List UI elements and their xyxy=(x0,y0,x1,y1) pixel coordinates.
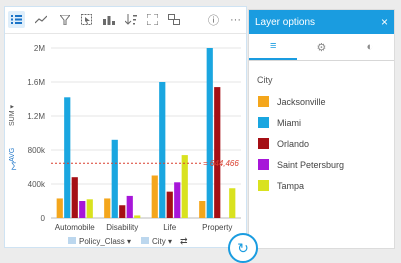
x-tick-label: Property xyxy=(202,223,232,232)
panel-title: Layer options xyxy=(255,16,316,28)
bar[interactable] xyxy=(214,87,221,218)
legend-list: Jacksonville Miami Orlando Saint Petersburg… xyxy=(249,91,394,196)
tab-symbol[interactable]: ⚙ xyxy=(297,34,345,60)
bar[interactable] xyxy=(86,199,93,218)
legend-item[interactable]: Orlando xyxy=(258,133,394,154)
bar[interactable] xyxy=(126,195,133,218)
card-toolbar: ⓘ ··· xyxy=(5,7,246,34)
tab-appearance[interactable]: ◐ xyxy=(346,34,394,60)
bar[interactable] xyxy=(151,175,158,219)
legend-label: Tampa xyxy=(277,180,305,191)
trend-icon[interactable] xyxy=(32,11,49,28)
tab-legend[interactable]: ≡ xyxy=(249,34,298,60)
swap-axes-icon[interactable]: ⇄ xyxy=(180,236,188,246)
filter-icon[interactable] xyxy=(56,11,73,28)
color-field-selector[interactable]: City ▾ xyxy=(141,237,172,246)
legend-label: Miami xyxy=(277,117,301,128)
legend-icon[interactable] xyxy=(8,11,25,28)
legend-label: Jacksonville xyxy=(277,96,326,107)
panel-tabs: ≡ ⚙ ◐ xyxy=(249,34,394,61)
chart-bars xyxy=(56,48,236,219)
x-field-selector[interactable]: Policy_Class ▾ xyxy=(68,237,131,246)
bar[interactable] xyxy=(199,201,206,218)
legend-item[interactable]: Miami xyxy=(258,112,394,133)
legend-label: Saint Petersburg xyxy=(277,159,345,170)
bar[interactable] xyxy=(174,182,181,218)
chart-card: ⓘ ··· 0 400k 800k 1.2M 1.6M 2M Automobile Disa… xyxy=(4,6,247,248)
expand-icon[interactable] xyxy=(144,11,161,28)
layer-options-panel: Layer options × ≡ ⚙ ◐ City Jacksonville M… xyxy=(248,9,395,249)
bar[interactable] xyxy=(56,198,63,218)
sort-icon[interactable] xyxy=(122,11,139,28)
bar[interactable] xyxy=(64,97,71,218)
select-icon[interactable] xyxy=(78,11,95,28)
legend-swatch[interactable] xyxy=(258,117,269,128)
y-axis-label[interactable]: SUM ▾ xyxy=(9,105,16,127)
panel-header: Layer options × xyxy=(249,10,394,34)
more-icon[interactable]: ··· xyxy=(227,11,244,28)
bar[interactable] xyxy=(166,191,173,218)
chart-type-icon[interactable] xyxy=(100,11,117,28)
y-tick-label: 0 xyxy=(41,214,46,223)
y-tick-label: 400k xyxy=(28,180,46,189)
legend-swatch[interactable] xyxy=(258,159,269,170)
x-tick-label: Disability xyxy=(106,223,138,232)
bar[interactable] xyxy=(71,177,78,218)
legend-item[interactable]: Tampa xyxy=(258,175,394,196)
x-tick-label: Automobile xyxy=(55,223,96,232)
y-tick-label: 800k xyxy=(28,146,46,155)
legend-label: Orlando xyxy=(277,138,310,149)
y-tick-label: 1.6M xyxy=(27,78,45,87)
x-tick-label: Life xyxy=(163,223,176,232)
legend-swatch[interactable] xyxy=(258,180,269,191)
sum-icon[interactable]: ∑ xyxy=(11,161,17,170)
bar-chart: 0 400k 800k 1.2M 1.6M 2M Automobile Disability… xyxy=(9,44,241,246)
bar[interactable] xyxy=(181,155,188,218)
refresh-icon: ↻ xyxy=(237,239,249,256)
bar[interactable] xyxy=(159,82,166,218)
info-icon[interactable]: ⓘ xyxy=(205,11,222,28)
x-field-label[interactable]: Policy_Class ▾ xyxy=(79,237,131,246)
bar[interactable] xyxy=(119,205,126,218)
bar[interactable] xyxy=(79,201,86,218)
bar[interactable] xyxy=(111,139,118,218)
y-tick-label: 2M xyxy=(34,44,45,53)
average-value-label: = 644,466 xyxy=(203,159,239,168)
legend-item[interactable]: Saint Petersburg xyxy=(258,154,394,175)
avg-axis-label[interactable]: AVG xyxy=(9,148,16,162)
x-axis-labels: Automobile Disability Life Property xyxy=(55,223,233,232)
legend-swatch[interactable] xyxy=(258,96,269,107)
color-field-label[interactable]: City ▾ xyxy=(152,237,172,246)
bar[interactable] xyxy=(104,198,111,218)
y-tick-label: 1.2M xyxy=(27,112,45,121)
close-icon[interactable]: × xyxy=(381,15,388,29)
flip-card-icon[interactable] xyxy=(165,11,182,28)
bar[interactable] xyxy=(229,188,236,218)
legend-item[interactable]: Jacksonville xyxy=(258,91,394,112)
bar[interactable] xyxy=(206,48,213,218)
legend-swatch[interactable] xyxy=(258,138,269,149)
bar[interactable] xyxy=(134,215,141,218)
legend-section-label: City xyxy=(257,75,273,85)
